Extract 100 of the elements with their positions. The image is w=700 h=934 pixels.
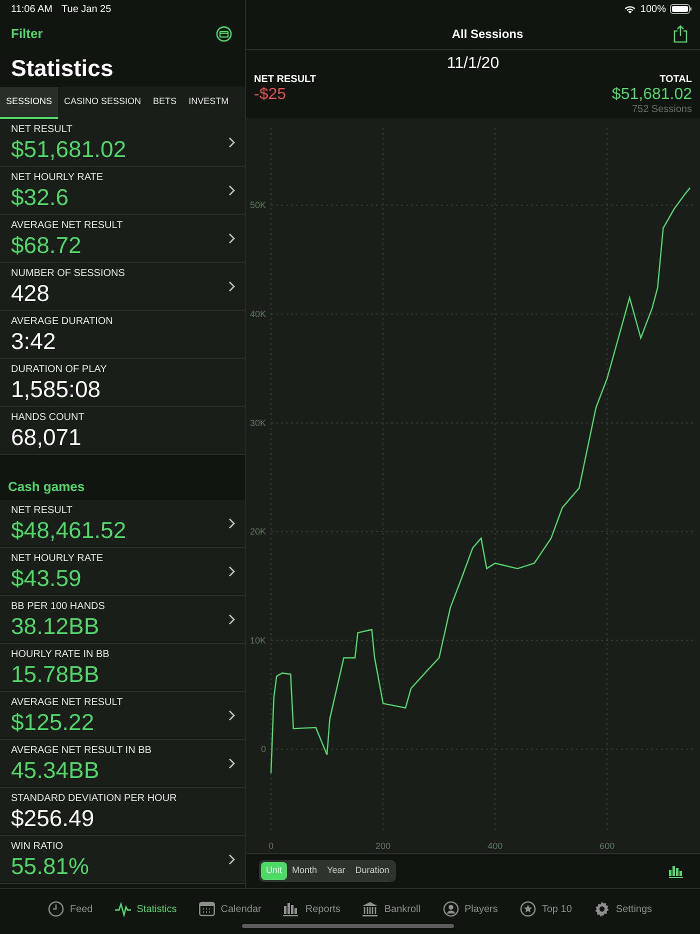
stat-row[interactable]: NUMBER OF SESSIONS 428	[0, 263, 245, 311]
stat-value: 3:42	[11, 328, 57, 354]
stat-row[interactable]: AVERAGE NET RESULT $68.72	[0, 215, 245, 263]
segment[interactable]: Month	[287, 862, 322, 880]
calendar-icon	[198, 901, 215, 917]
panel-title: All Sessions	[452, 26, 524, 42]
x-tick-label: 600	[600, 841, 615, 851]
y-tick-label: 10K	[250, 635, 266, 646]
tab-bar-item[interactable]: Statistics	[114, 899, 177, 919]
tab[interactable]: BETS	[147, 87, 183, 119]
status-date: Tue Jan 25	[62, 2, 112, 16]
y-tick-label: 40K	[250, 309, 266, 320]
stat-label: AVERAGE DURATION	[11, 316, 114, 328]
stat-row[interactable]: NET RESULT $51,681.02	[0, 119, 245, 167]
settings-icon	[594, 901, 610, 917]
stat-value: $32.6	[11, 184, 70, 210]
stat-value: $51,681.02	[11, 136, 128, 162]
chevron-icon	[228, 854, 235, 865]
segment[interactable]: Duration	[350, 862, 394, 880]
stat-label: AVERAGE NET RESULT	[11, 220, 124, 232]
chevron-icon	[228, 758, 235, 769]
total-label: TOTAL	[660, 74, 692, 86]
tab[interactable]: CASINO SESSION	[58, 87, 148, 119]
net-result-value: -$25	[254, 86, 288, 104]
chevron-icon	[228, 137, 235, 148]
stat-value: $43.59	[11, 564, 82, 590]
chevron-icon	[228, 518, 235, 529]
tab-bar-item[interactable]: Calendar	[198, 899, 262, 919]
tab-bar-item[interactable]: Settings	[594, 899, 652, 919]
stat-label: AVERAGE NET RESULT IN BB	[11, 744, 152, 756]
net-result-label: NET RESULT	[254, 74, 316, 86]
stat-label: NUMBER OF SESSIONS	[11, 268, 126, 280]
stat-label: AVERAGE NET RESULT	[11, 696, 124, 708]
x-tick-label: 400	[488, 841, 503, 851]
x-tick-label: 200	[376, 841, 391, 851]
pulse-icon	[114, 901, 131, 917]
session-count: 752 Sessions	[630, 104, 692, 116]
filter-button[interactable]: Filter	[11, 24, 43, 44]
stat-row[interactable]: NET HOURLY RATE $43.59	[0, 548, 245, 596]
battery-icon	[670, 4, 692, 14]
stat-row[interactable]: BB PER 100 HANDS 38.12BB	[0, 596, 245, 644]
y-tick-label: 30K	[250, 418, 266, 428]
y-tick-label: 0	[260, 744, 266, 754]
stat-label: WIN RATIO	[11, 840, 64, 852]
stat-label: NET RESULT	[11, 124, 74, 136]
stat-value: 428	[11, 280, 50, 306]
segment[interactable]: Year	[322, 862, 350, 880]
stat-value: $125.22	[11, 708, 96, 734]
tab[interactable]: INVESTM	[182, 87, 235, 119]
stat-value: 1,585:08	[11, 376, 102, 402]
stat-label: NET HOURLY RATE	[11, 552, 104, 564]
stat-label: NET RESULT	[11, 504, 74, 516]
bank-icon	[362, 901, 378, 917]
person-icon	[442, 901, 459, 917]
share-icon[interactable]	[673, 24, 688, 42]
stat-label: DURATION OF PLAY	[11, 364, 108, 376]
stat-value: 38.12BB	[11, 612, 100, 638]
stat-row[interactable]: WIN RATIO 55.81%	[0, 836, 245, 884]
chevron-icon	[228, 614, 235, 625]
chevron-icon	[228, 710, 235, 721]
card-icon[interactable]	[216, 26, 232, 42]
chevron-icon	[228, 281, 235, 292]
bar-chart-icon	[283, 901, 300, 917]
chevron-icon	[228, 185, 235, 196]
wifi-icon	[624, 4, 636, 14]
stat-value: 68,071	[11, 424, 82, 450]
stat-value: 15.78BB	[11, 660, 100, 686]
tab[interactable]: SESSIONS	[0, 87, 58, 119]
stat-row[interactable]: NET RESULT $48,461.52	[0, 500, 245, 548]
stat-row[interactable]: NET HOURLY RATE $32.6	[0, 167, 245, 215]
stat-value: $256.49	[11, 804, 96, 830]
stat-label: BB PER 100 HANDS	[11, 600, 106, 612]
date-label: 11/1/20	[446, 54, 500, 74]
stat-value: $48,461.52	[11, 516, 128, 542]
chevron-icon	[228, 233, 235, 244]
tab-bar-item[interactable]: Reports	[283, 899, 340, 919]
section-title: Cash games	[8, 478, 85, 496]
tab-bar-item[interactable]: Feed	[48, 899, 93, 919]
stat-row[interactable]: AVERAGE NET RESULT IN BB 45.34BB	[0, 740, 245, 788]
tab-bar-item[interactable]: Bankroll	[362, 899, 421, 919]
stat-label: NET HOURLY RATE	[11, 172, 104, 184]
tab-bar-item[interactable]: Players	[442, 899, 498, 919]
stat-value: $68.72	[11, 232, 82, 258]
page-title: Statistics	[10, 54, 114, 84]
x-tick-label: 0	[268, 841, 274, 851]
stat-value: 45.34BB	[11, 756, 100, 782]
stat-label: STANDARD DEVIATION PER HOUR	[11, 792, 178, 804]
stat-value: 55.81%	[11, 852, 90, 878]
tab-bar-item[interactable]: Top 10	[520, 899, 572, 919]
y-tick-label: 20K	[250, 526, 266, 537]
stat-label: HANDS COUNT	[11, 412, 86, 424]
total-value: $51,681.02	[612, 86, 692, 104]
stat-row[interactable]: AVERAGE NET RESULT $125.22	[0, 692, 245, 740]
stat-label: HOURLY RATE IN BB	[11, 648, 110, 660]
clock-icon	[48, 901, 64, 917]
battery-percent: 100%	[640, 2, 666, 16]
status-time: 11:06 AM	[11, 2, 53, 16]
y-tick-label: 50K	[250, 200, 266, 210]
bar-chart-icon[interactable]	[669, 864, 684, 878]
chevron-icon	[228, 566, 235, 577]
